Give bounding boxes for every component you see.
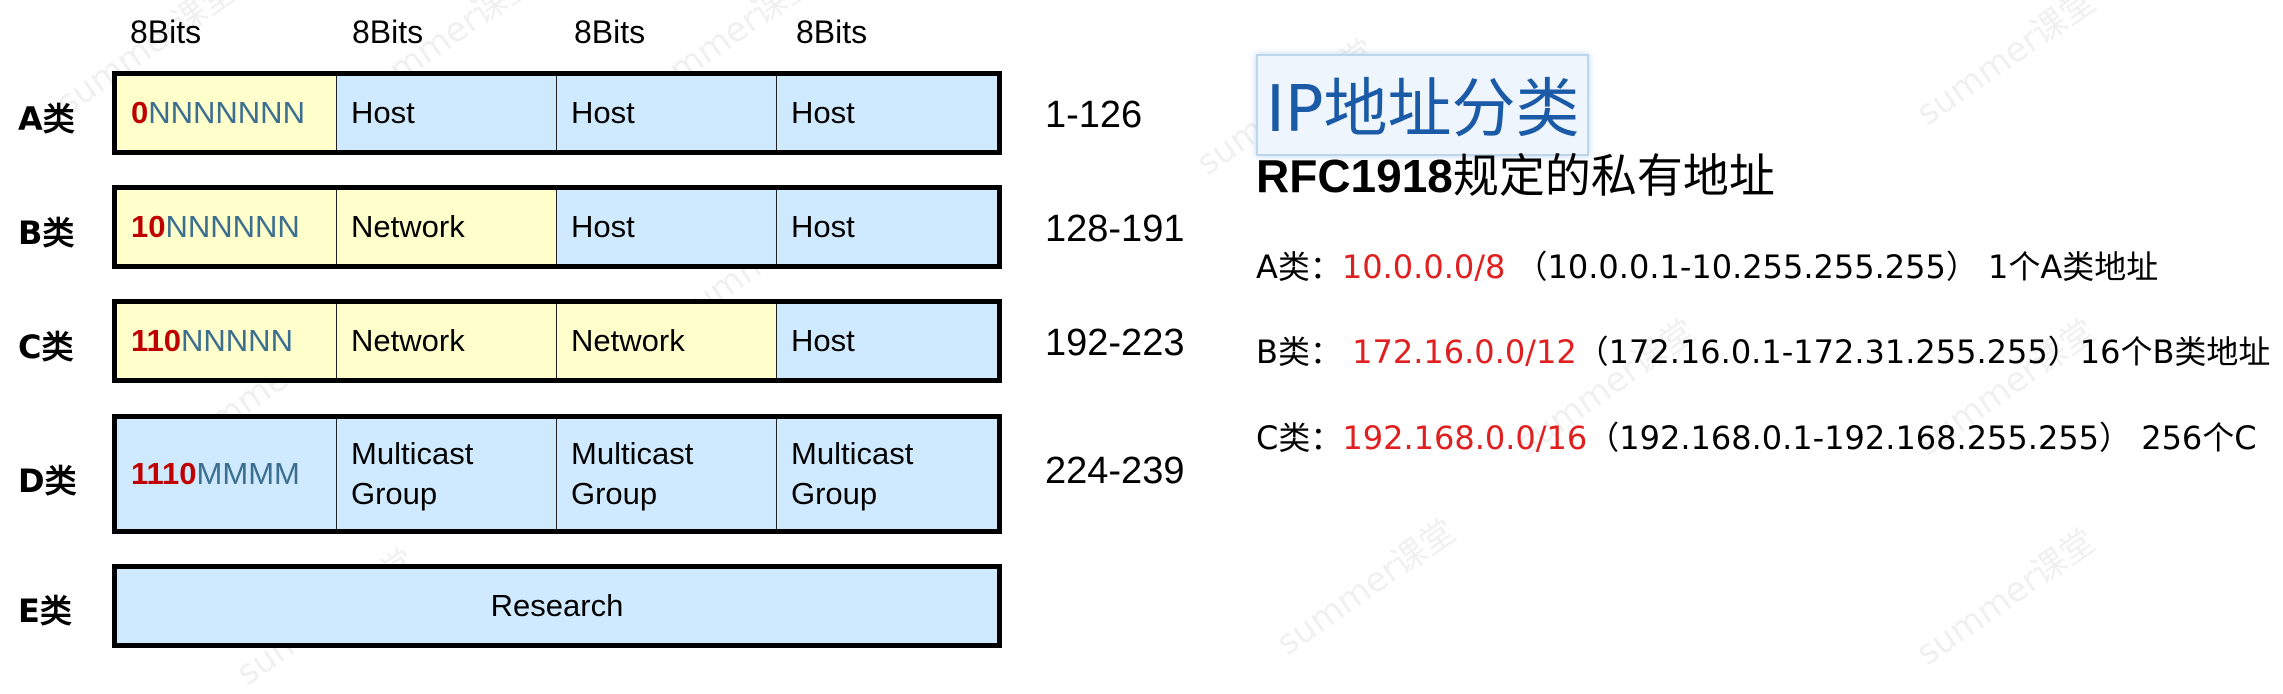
subtitle-rfc: RFC1918 — [1256, 150, 1453, 202]
class-b-network-cell: Network — [337, 190, 557, 264]
class-a-host-cell: Host — [337, 76, 557, 150]
class-d-multicast-cell: Multicast Group — [337, 419, 557, 529]
watermark: summer课堂 — [1909, 521, 2104, 674]
class-b-network-bits: NNNNNN — [165, 209, 300, 244]
class-a-prefix-cell: 0 NNNNNNN — [117, 76, 337, 150]
private-class-label: C类： — [1256, 419, 1343, 457]
class-b-prefix-bits: 10 — [131, 209, 166, 244]
class-d-row: 1110 MMMM Multicast Group Multicast Group M… — [112, 414, 1002, 534]
private-address-a: A类：10.0.0.0/8 （10.0.0.1-10.255.255.255） … — [1256, 242, 2158, 288]
class-a-host-cell: Host — [777, 76, 997, 150]
multicast-line1: Multicast — [351, 436, 474, 471]
class-c-network-cell: Network — [337, 304, 557, 378]
watermark: summer课堂 — [1909, 0, 2104, 134]
class-b-host-cell: Host — [557, 190, 777, 264]
private-range: （192.168.0.1-192.168.255.255） — [1587, 419, 2142, 457]
private-class-label: A类： — [1256, 248, 1342, 286]
private-count: 16个B类地址 — [2079, 333, 2271, 371]
class-c-prefix-cell: 110 NNNNN — [117, 304, 337, 378]
watermark: summer课堂 — [1269, 511, 1464, 664]
class-d-label: D类 — [18, 462, 77, 500]
bits-label-4: 8Bits — [796, 14, 868, 50]
class-c-network-bits: NNNNN — [181, 323, 293, 358]
class-c-prefix-bits: 110 — [131, 323, 182, 358]
private-count: 1个A类地址 — [1988, 248, 2159, 286]
private-cidr: 172.16.0.0/12 — [1352, 333, 1577, 371]
private-range: （172.16.0.1-172.31.255.255） — [1576, 333, 2080, 371]
class-c-host-cell: Host — [777, 304, 997, 378]
multicast-line2: Group — [571, 476, 658, 511]
class-b-range: 128-191 — [1045, 208, 1185, 250]
private-address-b: B类： 172.16.0.0/12（172.16.0.1-172.31.255.… — [1256, 327, 2270, 373]
class-d-multicast-bits: MMMM — [196, 456, 300, 491]
subtitle-text: 规定的私有地址 — [1452, 149, 1775, 203]
subtitle: RFC1918规定的私有地址 — [1256, 140, 1775, 206]
private-address-c: C类：192.168.0.0/16（192.168.0.1-192.168.25… — [1256, 413, 2257, 459]
multicast-line2: Group — [351, 476, 438, 511]
class-d-multicast-cell: Multicast Group — [777, 419, 997, 529]
class-c-row: 110 NNNNN Network Network Host — [112, 299, 1002, 383]
class-e-label: E类 — [18, 592, 72, 630]
class-d-multicast-cell: Multicast Group — [557, 419, 777, 529]
class-e-research-cell: Research — [117, 569, 997, 643]
class-b-prefix-cell: 10 NNNNNN — [117, 190, 337, 264]
multicast-line2: Group — [791, 476, 878, 511]
class-d-prefix-bits: 1110 — [131, 456, 197, 491]
class-a-host-cell: Host — [557, 76, 777, 150]
class-a-row: 0 NNNNNNN Host Host Host — [112, 71, 1002, 155]
class-b-row: 10 NNNNNN Network Host Host — [112, 185, 1002, 269]
private-cidr: 10.0.0.0/8 — [1341, 248, 1506, 286]
multicast-line1: Multicast — [571, 436, 694, 471]
class-c-range: 192-223 — [1045, 322, 1185, 364]
private-class-label: B类： — [1256, 333, 1353, 371]
class-a-prefix-bits: 0 — [131, 95, 149, 130]
class-a-label: A类 — [18, 100, 75, 138]
bits-label-2: 8Bits — [352, 14, 424, 50]
private-count: 256个C — [2141, 419, 2257, 457]
class-c-label: C类 — [18, 328, 74, 366]
bits-label-3: 8Bits — [574, 14, 646, 50]
class-d-range: 224-239 — [1045, 450, 1185, 492]
private-range: （10.0.0.1-10.255.255.255） — [1505, 248, 1989, 286]
private-cidr: 192.168.0.0/16 — [1342, 419, 1588, 457]
class-a-range: 1-126 — [1045, 94, 1143, 136]
class-d-prefix-cell: 1110 MMMM — [117, 419, 337, 529]
class-a-network-bits: NNNNNNN — [148, 95, 305, 130]
class-c-network-cell: Network — [557, 304, 777, 378]
class-b-host-cell: Host — [777, 190, 997, 264]
class-b-label: B类 — [18, 214, 75, 252]
multicast-line1: Multicast — [791, 436, 914, 471]
class-e-row: Research — [112, 564, 1002, 648]
bits-label-1: 8Bits — [130, 14, 202, 50]
